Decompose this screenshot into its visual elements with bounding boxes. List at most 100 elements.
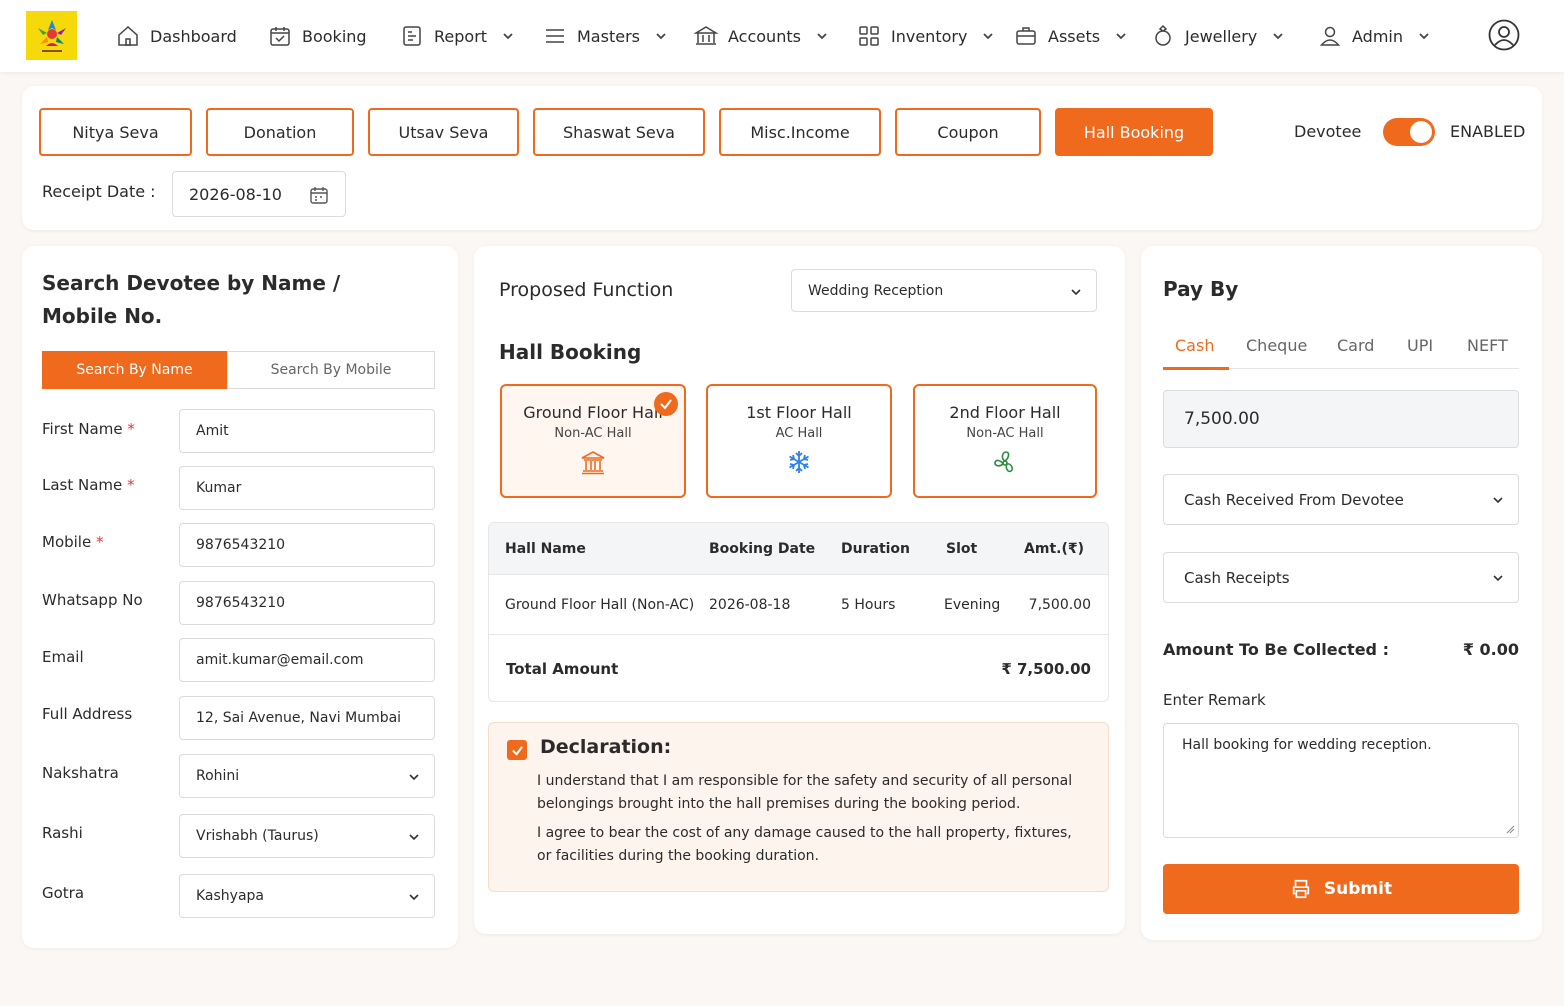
remark-value: Hall booking for wedding reception. xyxy=(1182,737,1432,753)
last-name-label: Last Name * xyxy=(42,476,135,494)
cell-slot: Evening xyxy=(944,597,1001,613)
chevron-down-icon xyxy=(1116,33,1126,40)
rashi-value: Vrishabh (Taurus) xyxy=(196,828,319,844)
tab-shaswat-seva[interactable]: Shaswat Seva xyxy=(533,108,705,156)
gotra-label: Gotra xyxy=(42,884,85,902)
nav-dashboard[interactable]: Dashboard xyxy=(116,20,237,52)
received-from-select[interactable]: Cash Received From Devotee xyxy=(1163,474,1519,525)
whatsapp-label: Whatsapp No xyxy=(42,591,143,609)
tab-donation[interactable]: Donation xyxy=(206,108,354,156)
nav-label: Assets xyxy=(1048,26,1101,46)
calendar-icon xyxy=(270,27,290,46)
declaration-box: Declaration: I understand that I am resp… xyxy=(488,722,1109,892)
address-input[interactable]: 12, Sai Avenue, Navi Mumbai xyxy=(179,696,435,740)
calendar-icon[interactable] xyxy=(309,185,329,205)
email-input[interactable]: amit.kumar@email.com xyxy=(179,638,435,682)
amount-value: 7,500.00 xyxy=(1184,409,1260,429)
mobile-label: Mobile * xyxy=(42,533,104,551)
first-name-label: First Name * xyxy=(42,420,135,438)
pay-by-title: Pay By xyxy=(1163,277,1239,301)
nav-label: Booking xyxy=(302,26,367,46)
tab-nitya-seva[interactable]: Nitya Seva xyxy=(39,108,192,156)
tab-utsav-seva[interactable]: Utsav Seva xyxy=(368,108,519,156)
hall-card-2nd-floor[interactable]: 2nd Floor Hall Non-AC Hall xyxy=(913,384,1097,498)
tab-neft[interactable]: NEFT xyxy=(1467,336,1508,355)
first-name-input[interactable]: Amit xyxy=(179,409,435,453)
last-name-input[interactable]: Kumar xyxy=(179,466,435,510)
profile-circle-icon[interactable] xyxy=(1488,19,1520,51)
home-icon xyxy=(118,25,138,46)
gotra-select[interactable]: Kashyapa xyxy=(179,874,435,918)
chevron-down-icon xyxy=(1273,33,1283,40)
nav-inventory[interactable]: Inventory xyxy=(857,20,995,52)
nakshatra-select[interactable]: Rohini xyxy=(179,754,435,798)
table-row: Ground Floor Hall (Non-AC) 2026-08-18 5 … xyxy=(489,575,1108,635)
mobile-input[interactable]: 9876543210 xyxy=(179,523,435,567)
received-from-value: Cash Received From Devotee xyxy=(1184,490,1404,509)
amount-to-collect-label: Amount To Be Collected : xyxy=(1163,640,1389,659)
nav-masters[interactable]: Masters xyxy=(543,20,668,52)
chevron-down-icon xyxy=(409,774,419,781)
hall-name: 1st Floor Hall xyxy=(746,403,852,422)
cell-hall-name: Ground Floor Hall (Non-AC) xyxy=(505,597,695,613)
devotee-toggle[interactable] xyxy=(1383,118,1435,146)
nav-label: Jewellery xyxy=(1185,26,1258,46)
nav-report[interactable]: Report xyxy=(400,20,515,52)
declaration-checkbox[interactable] xyxy=(507,740,527,760)
last-name-value: Kumar xyxy=(196,480,242,496)
chevron-down-icon xyxy=(1493,575,1503,582)
fan-icon xyxy=(994,451,1014,473)
tab-cheque[interactable]: Cheque xyxy=(1246,336,1307,355)
declaration-text: I agree to bear the cost of any damage c… xyxy=(537,825,1072,864)
resize-handle-icon[interactable] xyxy=(1505,824,1515,834)
tab-upi[interactable]: UPI xyxy=(1407,336,1433,355)
temple-logo[interactable] xyxy=(26,11,77,60)
total-amount-label: Total Amount xyxy=(506,660,619,678)
first-name-value: Amit xyxy=(196,423,229,439)
briefcase-icon xyxy=(1016,27,1036,45)
nav-accounts[interactable]: Accounts xyxy=(694,20,829,52)
nav-booking[interactable]: Booking xyxy=(268,20,367,52)
total-amount-value: ₹ 7,500.00 xyxy=(1001,660,1091,678)
nav-assets[interactable]: Assets xyxy=(1014,20,1128,52)
hall-booking-title: Hall Booking xyxy=(499,340,642,364)
cell-duration: 5 Hours xyxy=(841,597,896,613)
header-amount: Amt.(₹) xyxy=(1024,541,1084,557)
whatsapp-value: 9876543210 xyxy=(196,595,286,611)
proposed-function-select[interactable]: Wedding Reception xyxy=(791,269,1097,312)
chevron-down-icon xyxy=(409,834,419,841)
label-text: Mobile xyxy=(42,533,92,551)
submit-button[interactable]: Submit xyxy=(1163,864,1519,914)
tab-misc-income[interactable]: Misc.Income xyxy=(719,108,881,156)
hall-card-ground-floor[interactable]: Ground Floor Hall Non-AC Hall xyxy=(500,384,686,498)
nav-label: Dashboard xyxy=(150,26,237,46)
hall-type: AC Hall xyxy=(775,426,823,441)
receipt-date-input[interactable]: 2026-08-10 xyxy=(172,171,346,217)
amount-to-collect-value: ₹ 0.00 xyxy=(1462,640,1519,659)
tab-cash[interactable]: Cash xyxy=(1175,336,1214,355)
remark-textarea[interactable]: Hall booking for wedding reception. xyxy=(1163,723,1519,838)
lotus-logo-icon xyxy=(37,19,66,52)
chevron-down-icon xyxy=(656,33,666,40)
search-by-mobile-button[interactable]: Search By Mobile xyxy=(227,351,435,389)
nav-admin[interactable]: Admin xyxy=(1318,20,1431,52)
tab-coupon[interactable]: Coupon xyxy=(895,108,1041,156)
rashi-select[interactable]: Vrishabh (Taurus) xyxy=(179,814,435,858)
nav-jewellery[interactable]: Jewellery xyxy=(1151,20,1285,52)
rashi-label: Rashi xyxy=(42,824,83,842)
bank-icon xyxy=(694,26,718,45)
gotra-value: Kashyapa xyxy=(196,888,265,904)
hall-card-1st-floor[interactable]: 1st Floor Hall AC Hall xyxy=(706,384,892,498)
header-slot: Slot xyxy=(946,541,978,557)
header-hall-name: Hall Name xyxy=(505,541,586,557)
temple-pillars-icon xyxy=(581,451,605,475)
amount-input[interactable]: 7,500.00 xyxy=(1163,390,1519,448)
receipt-date-label: Receipt Date : xyxy=(42,182,156,201)
tab-card[interactable]: Card xyxy=(1337,336,1374,355)
search-by-name-button[interactable]: Search By Name xyxy=(42,351,227,389)
whatsapp-input[interactable]: 9876543210 xyxy=(179,581,435,625)
receipts-account-select[interactable]: Cash Receipts xyxy=(1163,552,1519,603)
tab-hall-booking[interactable]: Hall Booking xyxy=(1055,108,1213,156)
chevron-down-icon xyxy=(983,33,994,40)
cell-booking-date: 2026-08-18 xyxy=(709,597,791,613)
